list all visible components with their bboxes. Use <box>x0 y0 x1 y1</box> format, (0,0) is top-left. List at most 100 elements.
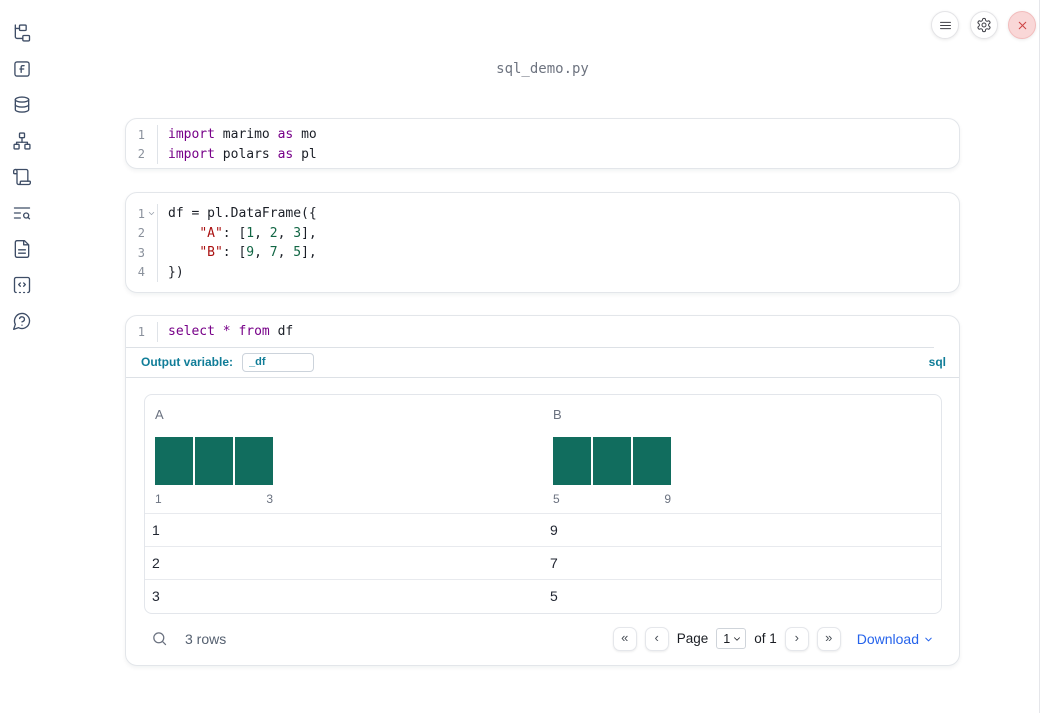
column-header-B[interactable]: B 59 <box>543 395 941 513</box>
code-cell[interactable]: 1 2 3 4 df = pl.DataFrame({ "A": [1, 2, 3], … <box>125 192 960 293</box>
column-histogram <box>155 436 273 485</box>
fold-chevron-icon[interactable] <box>147 209 156 218</box>
last-page-button[interactable]: » <box>816 626 841 651</box>
output-variable-input[interactable] <box>242 352 315 372</box>
code-token: polars <box>214 146 278 162</box>
search-icon[interactable] <box>151 630 168 647</box>
first-page-button[interactable]: « <box>612 626 637 651</box>
code-token: 9 <box>246 245 255 261</box>
code-token: * <box>222 324 231 340</box>
sidebar-item-help[interactable] <box>12 311 32 331</box>
histogram-bar <box>155 436 193 485</box>
histogram-max-label: 3 <box>266 491 273 506</box>
notebook-canvas: sql_demo.py 1 2 import marimo as mo import … <box>125 0 960 713</box>
code-line[interactable]: }) <box>168 263 317 283</box>
table-cell: 1 <box>152 521 160 538</box>
code-editor[interactable]: 1 2 import marimo as mo import polars as pl <box>126 119 959 170</box>
code-token: ], <box>301 225 317 241</box>
code-token: : [ <box>222 245 247 261</box>
code-token: mo <box>293 127 317 143</box>
close-x-icon <box>1016 19 1029 32</box>
table-row[interactable]: 35 <box>145 580 941 613</box>
table-cell: 3 <box>152 588 160 604</box>
histogram-range-labels: 59 <box>553 492 671 506</box>
line-number-gutter: 1 <box>126 322 158 342</box>
histogram-min-label: 1 <box>155 491 162 506</box>
code-line[interactable]: "A": [1, 2, 3], <box>168 224 317 244</box>
page-select[interactable]: 1 <box>716 628 747 649</box>
panel-rail <box>0 0 44 713</box>
code-editor[interactable]: 1 2 3 4 df = pl.DataFrame({ "A": [1, 2, 3], … <box>126 193 959 293</box>
code-square-icon <box>12 275 32 295</box>
code-token: as <box>277 127 294 143</box>
table-cell: 7 <box>550 554 558 571</box>
histogram-max-label: 9 <box>664 491 671 506</box>
scrollbar-track <box>1039 0 1040 713</box>
table-cell: 2 <box>152 554 160 571</box>
column-header-A[interactable]: A13 <box>145 395 543 513</box>
previous-page-button[interactable]: ‹ <box>644 626 669 651</box>
help-bubble-icon <box>12 311 32 331</box>
code-line[interactable]: select * from df <box>168 322 293 342</box>
download-button[interactable]: Download <box>857 631 934 647</box>
table-cell: 9 <box>550 521 558 538</box>
sidebar-item-dependencies[interactable] <box>12 131 32 151</box>
line-number: 3 <box>137 245 145 260</box>
settings-button[interactable] <box>970 11 998 39</box>
code-line[interactable]: "B": [9, 7, 5], <box>168 243 316 263</box>
table-row[interactable]: 19 <box>145 514 941 547</box>
histogram-range-labels: 13 <box>155 492 273 506</box>
column-name: A <box>155 406 164 422</box>
line-number-gutter: 1 2 3 4 <box>126 204 158 282</box>
code-token: "A" <box>199 225 223 241</box>
code-area[interactable]: import marimo as mo import polars as pl <box>158 125 317 164</box>
pagination-controls: « ‹ Page 1 of 1 › » <box>612 626 841 651</box>
code-token: , <box>254 225 270 241</box>
gear-icon <box>976 17 992 33</box>
code-area[interactable]: df = pl.DataFrame({ "A": [1, 2, 3], "B":… <box>158 204 317 282</box>
histogram-bar <box>195 436 233 485</box>
code-token: 3 <box>293 225 302 241</box>
scroll-icon <box>12 167 32 187</box>
histogram-bar <box>593 436 631 485</box>
sidebar-item-scratchpad[interactable] <box>12 167 32 187</box>
code-token: from <box>238 324 270 340</box>
code-line[interactable]: import marimo as mo <box>168 125 317 145</box>
code-line[interactable]: df = pl.DataFrame({ <box>168 204 317 224</box>
column-name: B <box>553 406 562 422</box>
code-cell[interactable]: 1 2 import marimo as mo import polars as pl <box>125 118 960 169</box>
code-token: }) <box>168 264 184 280</box>
sidebar-item-documentation[interactable] <box>12 239 32 259</box>
histogram-bar <box>553 436 591 485</box>
sidebar-item-data-sources[interactable] <box>12 95 32 115</box>
sidebar-item-variables[interactable] <box>12 59 32 79</box>
code-line[interactable]: import polars as pl <box>168 145 317 165</box>
code-token: pl <box>293 146 317 162</box>
table-cell: 5 <box>550 588 558 604</box>
notebook-filename: sql_demo.py <box>496 61 589 77</box>
code-token: select <box>168 324 215 340</box>
close-app-button[interactable] <box>1008 11 1036 39</box>
function-square-icon <box>12 59 32 79</box>
table-footer: 3 rows « ‹ Page 1 of 1 › » Download <box>144 622 942 656</box>
file-tree-icon <box>12 23 32 43</box>
line-number: 4 <box>137 265 145 280</box>
dataframe-table: A13B59 192735 <box>144 393 942 614</box>
code-token: 5 <box>293 245 302 261</box>
code-area[interactable]: select * from df <box>158 322 293 342</box>
code-token: : [ <box>222 225 247 241</box>
sidebar-item-logs[interactable] <box>12 203 32 223</box>
sidebar-item-snippets[interactable] <box>12 275 32 295</box>
sidebar-item-file-explorer[interactable] <box>12 23 32 43</box>
code-token: df <box>269 324 294 340</box>
database-icon <box>12 95 32 115</box>
output-variable-label: Output variable: <box>141 355 234 369</box>
table-row[interactable]: 27 <box>145 547 941 580</box>
line-number: 2 <box>137 226 145 241</box>
sql-editor[interactable]: 1 select * from df <box>126 316 959 348</box>
line-number: 1 <box>137 324 145 339</box>
next-page-button[interactable]: › <box>784 626 809 651</box>
